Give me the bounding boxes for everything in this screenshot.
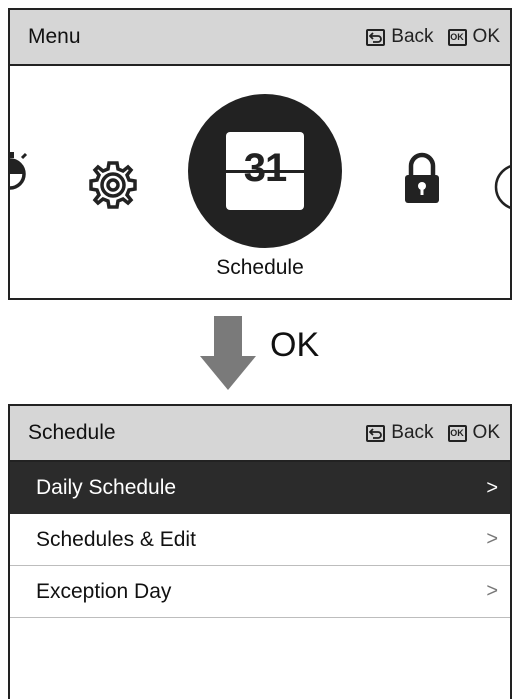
back-button[interactable]: Back	[366, 422, 434, 444]
list-item-exception-day[interactable]: Exception Day >	[10, 566, 510, 618]
ok-button[interactable]: OK OK	[447, 26, 500, 48]
ok-button[interactable]: OK OK	[447, 422, 500, 444]
circle-icon[interactable]	[494, 162, 510, 217]
list-item-schedules-edit[interactable]: Schedules & Edit >	[10, 514, 510, 566]
chevron-right-icon: >	[486, 476, 498, 499]
schedule-menu-list: Daily Schedule > Schedules & Edit > Exce…	[10, 462, 510, 618]
selected-item-label: Schedule	[216, 256, 304, 279]
list-item-daily-schedule[interactable]: Daily Schedule >	[10, 462, 510, 514]
ok-label: OK	[472, 26, 500, 47]
chevron-right-icon: >	[486, 528, 498, 550]
ok-key-icon: OK	[447, 424, 467, 442]
ok-label: OK	[472, 422, 500, 443]
menu-carousel: 31 Schedule	[10, 66, 510, 298]
timer-icon[interactable]	[10, 148, 30, 201]
schedule-menu-item[interactable]: 31	[188, 94, 342, 248]
ok-key-icon: OK	[447, 28, 467, 46]
header-actions: Back OK OK	[366, 26, 500, 48]
list-item-label: Daily Schedule	[36, 476, 177, 499]
page-title: Menu	[28, 25, 81, 48]
list-item-label: Exception Day	[36, 579, 172, 603]
back-label: Back	[391, 422, 434, 443]
schedule-screen: Schedule Back OK OK Daily Schedule > Sch…	[8, 404, 512, 699]
calendar-number: 31	[243, 146, 288, 190]
schedule-header: Schedule Back OK OK	[10, 406, 510, 462]
menu-header: Menu Back OK OK	[10, 10, 510, 66]
page-title: Schedule	[28, 421, 116, 444]
back-label: Back	[391, 26, 434, 47]
down-arrow-icon	[198, 316, 258, 392]
back-arrow-icon	[366, 424, 386, 442]
header-actions: Back OK OK	[366, 422, 500, 444]
chevron-right-icon: >	[486, 580, 498, 602]
lock-icon[interactable]	[402, 150, 442, 213]
transition-label: OK	[270, 326, 320, 364]
gear-icon[interactable]	[86, 158, 140, 217]
calendar-icon: 31	[222, 132, 308, 210]
list-item-label: Schedules & Edit	[36, 527, 196, 551]
back-button[interactable]: Back	[366, 26, 434, 48]
menu-screen: Menu Back OK OK 31 Schedule	[8, 8, 512, 300]
back-arrow-icon	[366, 28, 386, 46]
